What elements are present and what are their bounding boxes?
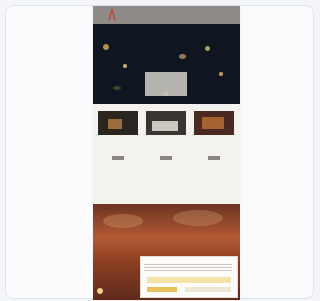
feature-button[interactable] — [208, 156, 220, 160]
website-preview — [93, 6, 240, 300]
feature-button[interactable] — [160, 156, 172, 160]
cookie-options-row[interactable] — [147, 277, 231, 283]
cookie-consent-dialog — [140, 256, 238, 298]
features-section — [93, 104, 240, 204]
feature-column — [193, 108, 235, 160]
feature-text — [193, 138, 235, 152]
feature-column — [97, 108, 139, 160]
feature-button[interactable] — [112, 156, 124, 160]
chat-icon[interactable] — [97, 288, 103, 294]
logo-icon[interactable] — [107, 8, 117, 22]
hero-section — [93, 24, 240, 104]
top-logo-bar — [93, 6, 240, 24]
feature-image — [98, 111, 138, 135]
cookie-settings-button[interactable] — [185, 287, 231, 292]
cookie-text-block — [144, 264, 232, 272]
feature-image — [194, 111, 234, 135]
feature-text — [97, 138, 139, 152]
hero-title-box — [145, 72, 187, 96]
feature-column — [145, 108, 187, 160]
feature-text — [145, 138, 187, 152]
restaurant-banner — [93, 204, 240, 300]
feature-image — [146, 111, 186, 135]
cookie-accept-button[interactable] — [147, 287, 177, 292]
